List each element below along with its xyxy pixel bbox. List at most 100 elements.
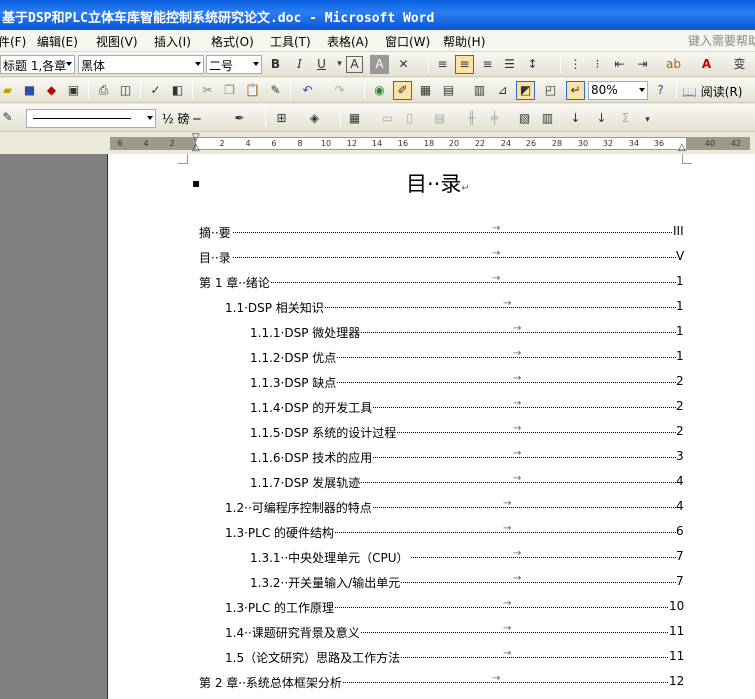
- right-indent-marker[interactable]: △: [678, 142, 686, 153]
- toc-entry[interactable]: 1.1.3·DSP 缺点 → 2: [250, 373, 688, 391]
- toc-entry-label: 目··录: [199, 249, 232, 266]
- paste-icon[interactable]: 📋: [243, 81, 262, 100]
- format-painter-icon[interactable]: ✎: [266, 81, 285, 100]
- toc-entry[interactable]: 1.5（论文研究）思路及工作方法 → 11: [225, 648, 688, 666]
- toc-entry[interactable]: 1.1.6·DSP 技术的应用 → 3: [250, 448, 688, 466]
- research-icon[interactable]: ◧: [168, 81, 187, 100]
- underline-button[interactable]: U: [312, 55, 331, 74]
- toc-entry[interactable]: 1.1.7·DSP 发展轨迹 → 4: [250, 473, 688, 491]
- autosum-icon[interactable]: Σ: [616, 109, 635, 128]
- text-direction-icon[interactable]: ▥: [538, 109, 557, 128]
- toc-entry[interactable]: 1.3.2··开关量输入/输出单元 → 7: [250, 573, 688, 591]
- permission-icon[interactable]: ◆: [42, 81, 61, 100]
- redo-icon[interactable]: ↷: [330, 81, 349, 100]
- document-page[interactable]: ▪ 目··录↵ 摘··要 → III 目··录 → V 第 1 章··绪论 → 1 1.1·DSP…: [107, 154, 755, 699]
- toc-entry[interactable]: 1.2··可编程序控制器的特点 → 4: [225, 498, 688, 516]
- char-scale-button[interactable]: ✕: [394, 55, 413, 74]
- pdf-icon[interactable]: ▣: [64, 81, 83, 100]
- insert-table-icon[interactable]: ▦: [416, 81, 435, 100]
- hyperlink-icon[interactable]: ◉: [370, 81, 389, 100]
- toc-entry[interactable]: 1.3·PLC 的工作原理 → 10: [225, 598, 688, 616]
- print-preview-icon[interactable]: ◫: [116, 81, 135, 100]
- sort-ascending-icon[interactable]: ↓: [566, 109, 585, 128]
- numbering-icon[interactable]: ⋮: [566, 55, 585, 74]
- toolbar-options-icon[interactable]: ▾: [638, 111, 657, 130]
- spelling-icon[interactable]: ✓: [146, 81, 165, 100]
- highlight-icon[interactable]: ab: [664, 55, 683, 74]
- bullets-icon[interactable]: ⁝: [588, 55, 607, 74]
- menu-insert[interactable]: 插入(I): [154, 33, 191, 50]
- toc-entry[interactable]: 摘··要 → III: [199, 223, 688, 241]
- split-cells-icon[interactable]: ▯: [400, 109, 419, 128]
- menu-help[interactable]: 帮助(H): [443, 33, 485, 50]
- help-search-box[interactable]: 键入需要帮助: [688, 32, 755, 49]
- drawing-icon[interactable]: ⊿: [493, 81, 512, 100]
- read-mode-button[interactable]: 📖 阅读(R): [682, 83, 742, 100]
- menu-view[interactable]: 视图(V): [96, 33, 138, 50]
- shading-color-icon[interactable]: ◈: [305, 109, 324, 128]
- reading-icon[interactable]: ◰: [541, 81, 560, 100]
- menu-window[interactable]: 窗口(W): [385, 33, 430, 50]
- toc-entry[interactable]: 1.1.4·DSP 的开发工具 → 2: [250, 398, 688, 416]
- font-color-icon[interactable]: A: [697, 55, 716, 74]
- toc-entry[interactable]: 1.1.1·DSP 微处理器 → 1: [250, 323, 688, 341]
- toc-entry[interactable]: 目··录 → V: [199, 248, 688, 266]
- menu-edit[interactable]: 编辑(E): [37, 33, 78, 50]
- align-cell-icon[interactable]: ▤: [430, 109, 449, 128]
- horizontal-ruler[interactable]: 6 4 2 2 4 6 8 10 12 14 16 18 20 22 24 26…: [0, 132, 755, 154]
- insert-table-icon[interactable]: ▦: [345, 109, 364, 128]
- document-map-icon[interactable]: ◩: [516, 81, 535, 100]
- tables-borders-icon[interactable]: ✐: [393, 81, 412, 100]
- distribute-cols-icon[interactable]: ╪: [485, 109, 504, 128]
- toc-entry[interactable]: 第 2 章··系统总体框架分析 → 12: [199, 673, 688, 691]
- zoom-combo[interactable]: 80%: [588, 81, 648, 100]
- line-spacing-icon[interactable]: ↕: [523, 55, 542, 74]
- line-weight-combo[interactable]: ½ 磅 ─: [160, 109, 230, 128]
- hanging-indent-marker[interactable]: △: [192, 142, 200, 153]
- table-autoformat-icon[interactable]: ▧: [515, 109, 534, 128]
- decrease-indent-icon[interactable]: ⇤: [610, 55, 629, 74]
- columns-icon[interactable]: ▥: [470, 81, 489, 100]
- menu-file[interactable]: 件(F): [0, 33, 26, 50]
- copy-icon[interactable]: ❐: [220, 81, 239, 100]
- toc-entry[interactable]: 1.1.2·DSP 优点 → 1: [250, 348, 688, 366]
- toc-entry[interactable]: 1.3.1··中央处理单元（CPU） → 7: [250, 548, 688, 566]
- cut-icon[interactable]: ✂: [198, 81, 217, 100]
- increase-indent-icon[interactable]: ⇥: [633, 55, 652, 74]
- distributed-align-icon[interactable]: ☰: [500, 55, 519, 74]
- align-center-icon[interactable]: ≡: [455, 55, 474, 74]
- toc-entry[interactable]: 1.1·DSP 相关知识 → 1: [225, 298, 688, 316]
- menu-table[interactable]: 表格(A): [327, 33, 369, 50]
- phonetic-guide-icon[interactable]: 变: [730, 55, 749, 74]
- menu-format[interactable]: 格式(O): [211, 33, 254, 50]
- font-size-combo[interactable]: 二号: [206, 55, 262, 74]
- border-color-icon[interactable]: ✒: [230, 109, 249, 128]
- show-hide-icon[interactable]: ↵: [566, 81, 585, 100]
- toc-entry[interactable]: 1.1.5·DSP 系统的设计过程 → 2: [250, 423, 688, 441]
- italic-button[interactable]: I: [290, 55, 309, 74]
- align-right-icon[interactable]: ≡: [478, 55, 497, 74]
- char-shading-button[interactable]: A: [370, 55, 389, 74]
- undo-icon[interactable]: ↶: [298, 81, 317, 100]
- line-style-combo[interactable]: [26, 109, 156, 128]
- draw-table-icon[interactable]: ✎: [0, 108, 17, 127]
- outside-border-icon[interactable]: ⊞: [272, 109, 291, 128]
- toc-entry[interactable]: 1.3·PLC 的硬件结构 → 6: [225, 523, 688, 541]
- align-justify-icon[interactable]: ≡: [433, 55, 452, 74]
- sort-descending-icon[interactable]: ↓: [592, 109, 611, 128]
- help-icon[interactable]: ?: [651, 81, 670, 100]
- bold-button[interactable]: B: [266, 55, 285, 74]
- font-combo[interactable]: 黑体: [78, 55, 204, 74]
- open-folder-icon[interactable]: ▰: [0, 81, 17, 100]
- toc-entry[interactable]: 1.4··课题研究背景及意义 → 11: [225, 623, 688, 641]
- ruler-number: 26: [525, 139, 537, 148]
- distribute-rows-icon[interactable]: ╫: [462, 109, 481, 128]
- toc-entry[interactable]: 第 1 章··绪论 → 1: [199, 273, 688, 291]
- save-icon[interactable]: ■: [20, 81, 39, 100]
- char-border-button[interactable]: A: [346, 56, 363, 73]
- style-combo[interactable]: 标题 1,各章: [0, 55, 75, 74]
- print-icon[interactable]: ⎙: [94, 81, 113, 100]
- menu-tools[interactable]: 工具(T): [270, 33, 311, 50]
- insert-excel-icon[interactable]: ▤: [439, 81, 458, 100]
- merge-cells-icon[interactable]: ▭: [378, 109, 397, 128]
